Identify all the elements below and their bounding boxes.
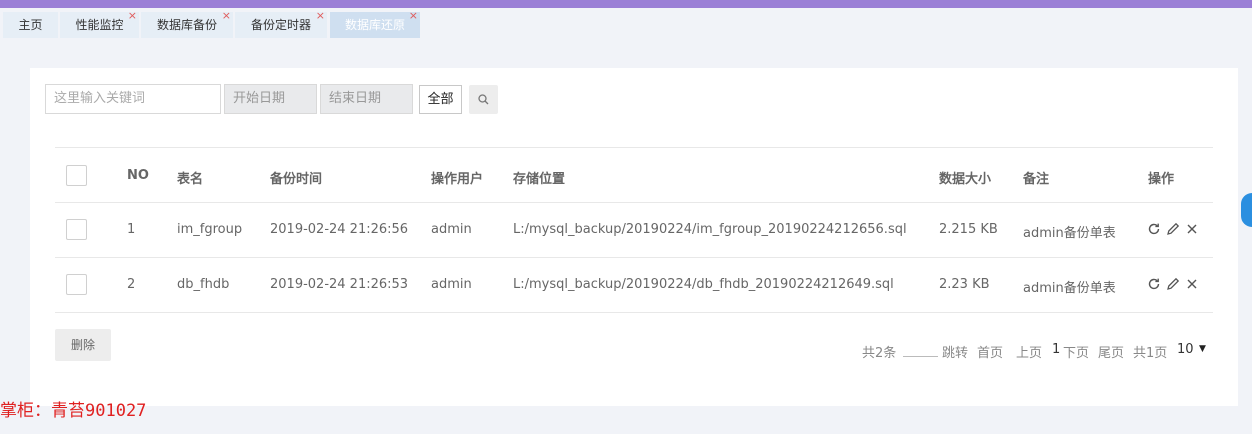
pagination-total: 共2条 [862,346,897,361]
close-icon[interactable]: × [222,9,231,23]
table-top-divider [55,147,1213,148]
header-actions: 操作 [1148,172,1175,187]
tab-backup-timer[interactable]: 备份定时器 × [235,9,327,38]
refresh-icon[interactable] [1147,222,1161,236]
row-divider [55,257,1213,258]
tab-label: 数据库备份 [156,18,217,32]
row-size: 2.215 KB [939,222,998,237]
pagination-jump[interactable]: 跳转 [942,342,968,361]
tab-home[interactable]: 主页 [3,12,58,38]
close-icon[interactable]: × [128,9,137,23]
row-divider [55,312,1213,313]
refresh-icon[interactable] [1147,277,1161,291]
pagination-last[interactable]: 尾页 [1098,342,1124,361]
search-button[interactable] [469,85,498,114]
tab-label: 性能监控 [75,18,124,32]
row-operator: admin [431,277,472,292]
header-no: NO [127,168,149,183]
row-remark: admin备份单表 [1023,281,1116,296]
pagination-first[interactable]: 首页 [977,342,1003,361]
close-icon[interactable]: × [409,9,418,23]
close-icon[interactable] [1185,277,1199,291]
header-operator: 操作用户 [431,172,484,187]
row-size: 2.23 KB [939,277,990,292]
pagination-pages: 共1页 [1133,346,1168,361]
header-remark: 备注 [1023,172,1050,187]
row-checkbox[interactable] [66,219,87,240]
edit-icon[interactable] [1166,277,1180,291]
header-size: 数据大小 [939,172,992,187]
end-date-input[interactable]: 结束日期 [320,84,413,114]
start-date-input[interactable]: 开始日期 [224,84,317,114]
tab-db-restore[interactable]: 数据库还原 × [330,9,420,38]
row-actions [1147,222,1207,238]
row-operator: admin [431,222,472,237]
tab-label: 数据库还原 [344,18,405,32]
tab-performance[interactable]: 性能监控 × [60,9,139,38]
row-storage: L:/mysql_backup/20190224/db_fhdb_2019022… [513,277,894,292]
edit-icon[interactable] [1166,222,1180,236]
tab-label: 主页 [18,18,43,32]
row-checkbox[interactable] [66,274,87,295]
delete-button[interactable]: 删除 [55,329,111,361]
row-no: 2 [127,277,136,292]
filter-all-select[interactable]: 全部 [419,85,462,114]
tab-label: 备份定时器 [250,18,311,32]
select-all-checkbox[interactable] [66,165,87,186]
watermark-text: 掌柜：青苔901027 [0,401,147,421]
header-divider [55,202,1213,203]
close-icon[interactable]: × [316,9,325,23]
row-table-name: im_fgroup [177,222,243,237]
chevron-down-icon[interactable]: ▼ [1199,344,1206,354]
close-icon[interactable] [1185,222,1199,236]
header-storage: 存储位置 [513,172,566,187]
row-storage: L:/mysql_backup/20190224/im_fgroup_20190… [513,222,907,237]
row-table-name: db_fhdb [177,277,230,292]
pagination-prev[interactable]: 上页 [1016,342,1042,361]
row-backup-time: 2019-02-24 21:26:53 [270,277,409,292]
search-icon [478,94,489,105]
page-size-select[interactable]: 10 [1177,342,1194,357]
row-actions [1147,277,1207,293]
row-backup-time: 2019-02-24 21:26:56 [270,222,409,237]
row-remark: admin备份单表 [1023,226,1116,241]
page-jump-input[interactable] [903,356,938,357]
tab-db-backup[interactable]: 数据库备份 × [141,9,233,38]
pagination-current[interactable]: 1 [1052,342,1060,357]
row-no: 1 [127,222,136,237]
top-accent-bar [0,0,1252,8]
pagination-next[interactable]: 下页 [1063,342,1089,361]
header-table-name: 表名 [177,172,204,187]
keyword-search-input[interactable]: 这里输入关键词 [45,84,221,114]
tab-bar: 主页 性能监控 × 数据库备份 × 备份定时器 × 数据库还原 × [0,9,1252,38]
header-backup-time: 备份时间 [270,172,323,187]
floating-side-button[interactable] [1241,193,1252,227]
